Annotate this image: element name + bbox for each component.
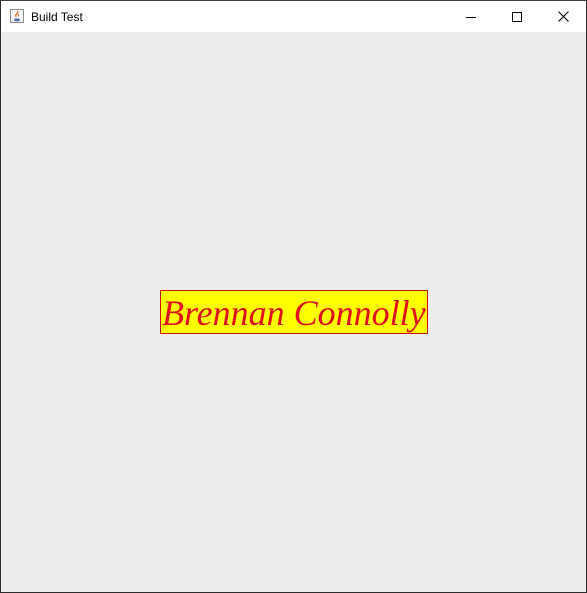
maximize-icon [512,11,522,22]
app-window: Build Test Brennan Connolly [0,0,587,593]
close-button[interactable] [540,1,586,32]
name-label: Brennan Connolly [160,290,428,334]
window-title: Build Test [31,10,83,24]
title-bar[interactable]: Build Test [1,1,586,32]
close-icon [557,11,569,22]
maximize-button[interactable] [494,1,540,32]
content-pane: Brennan Connolly [1,32,586,592]
minimize-button[interactable] [448,1,494,32]
java-app-icon [9,8,25,24]
minimize-icon [466,16,476,18]
